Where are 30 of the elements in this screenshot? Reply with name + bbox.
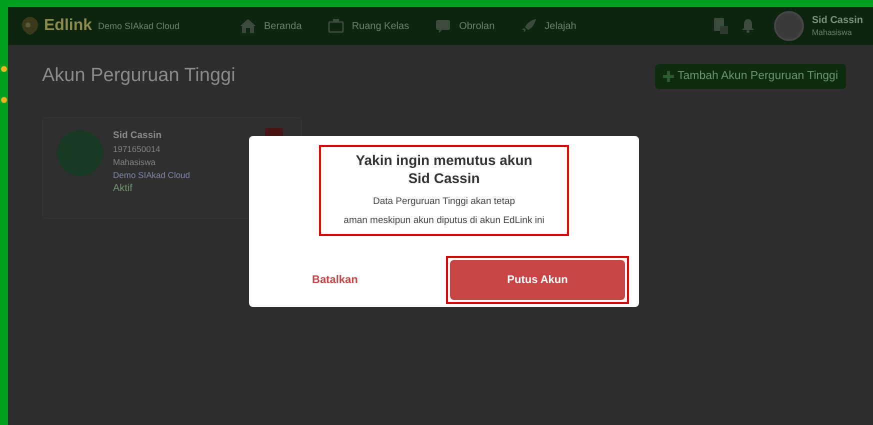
logo-icon (22, 17, 38, 35)
marker-dot (1, 97, 7, 103)
avatar-circle (57, 130, 103, 176)
plus-icon (662, 70, 674, 82)
institution-name: Demo SIAkad Cloud (98, 21, 180, 31)
marker-dot (1, 66, 7, 72)
rocket-icon (520, 19, 537, 33)
cancel-button[interactable]: Batalkan (304, 270, 366, 290)
brand-name: Edlink (44, 17, 92, 35)
chat-icon (435, 19, 452, 33)
notification-bell-icon[interactable] (742, 19, 754, 33)
classroom-icon (328, 19, 344, 33)
nav-link[interactable]: Beranda (240, 19, 302, 33)
institution-name: Demo SIAkad Cloud (113, 170, 190, 180)
nav-link[interactable]: Ruang Kelas (328, 19, 410, 33)
user-avatar[interactable] (774, 11, 804, 41)
account-role: Mahasiswa (113, 157, 157, 167)
page-title: Akun Perguruan Tinggi (42, 65, 236, 87)
user-name: Sid Cassin (812, 15, 863, 26)
account-name: Sid Cassin (113, 130, 163, 141)
home-icon (240, 19, 256, 33)
dialog-text: Data Perguruan Tinggi akan tetap aman meskipun akun diputus di akun EdLink ini (342, 195, 546, 228)
student-id: 1971650014 (113, 144, 162, 154)
add-account-button[interactable]: Tambah Akun Perguruan Tinggi (654, 64, 846, 88)
account-status: Aktif (113, 183, 134, 194)
disconnect-button[interactable]: Putus Akun (450, 260, 625, 300)
nav-link[interactable]: Obrolan (435, 19, 495, 33)
user-role: Mahasiswa (812, 28, 853, 37)
nav-link[interactable]: Jelajah (520, 19, 576, 33)
dialog-title: Yakin ingin memutus akun Sid Cassin (354, 151, 534, 187)
